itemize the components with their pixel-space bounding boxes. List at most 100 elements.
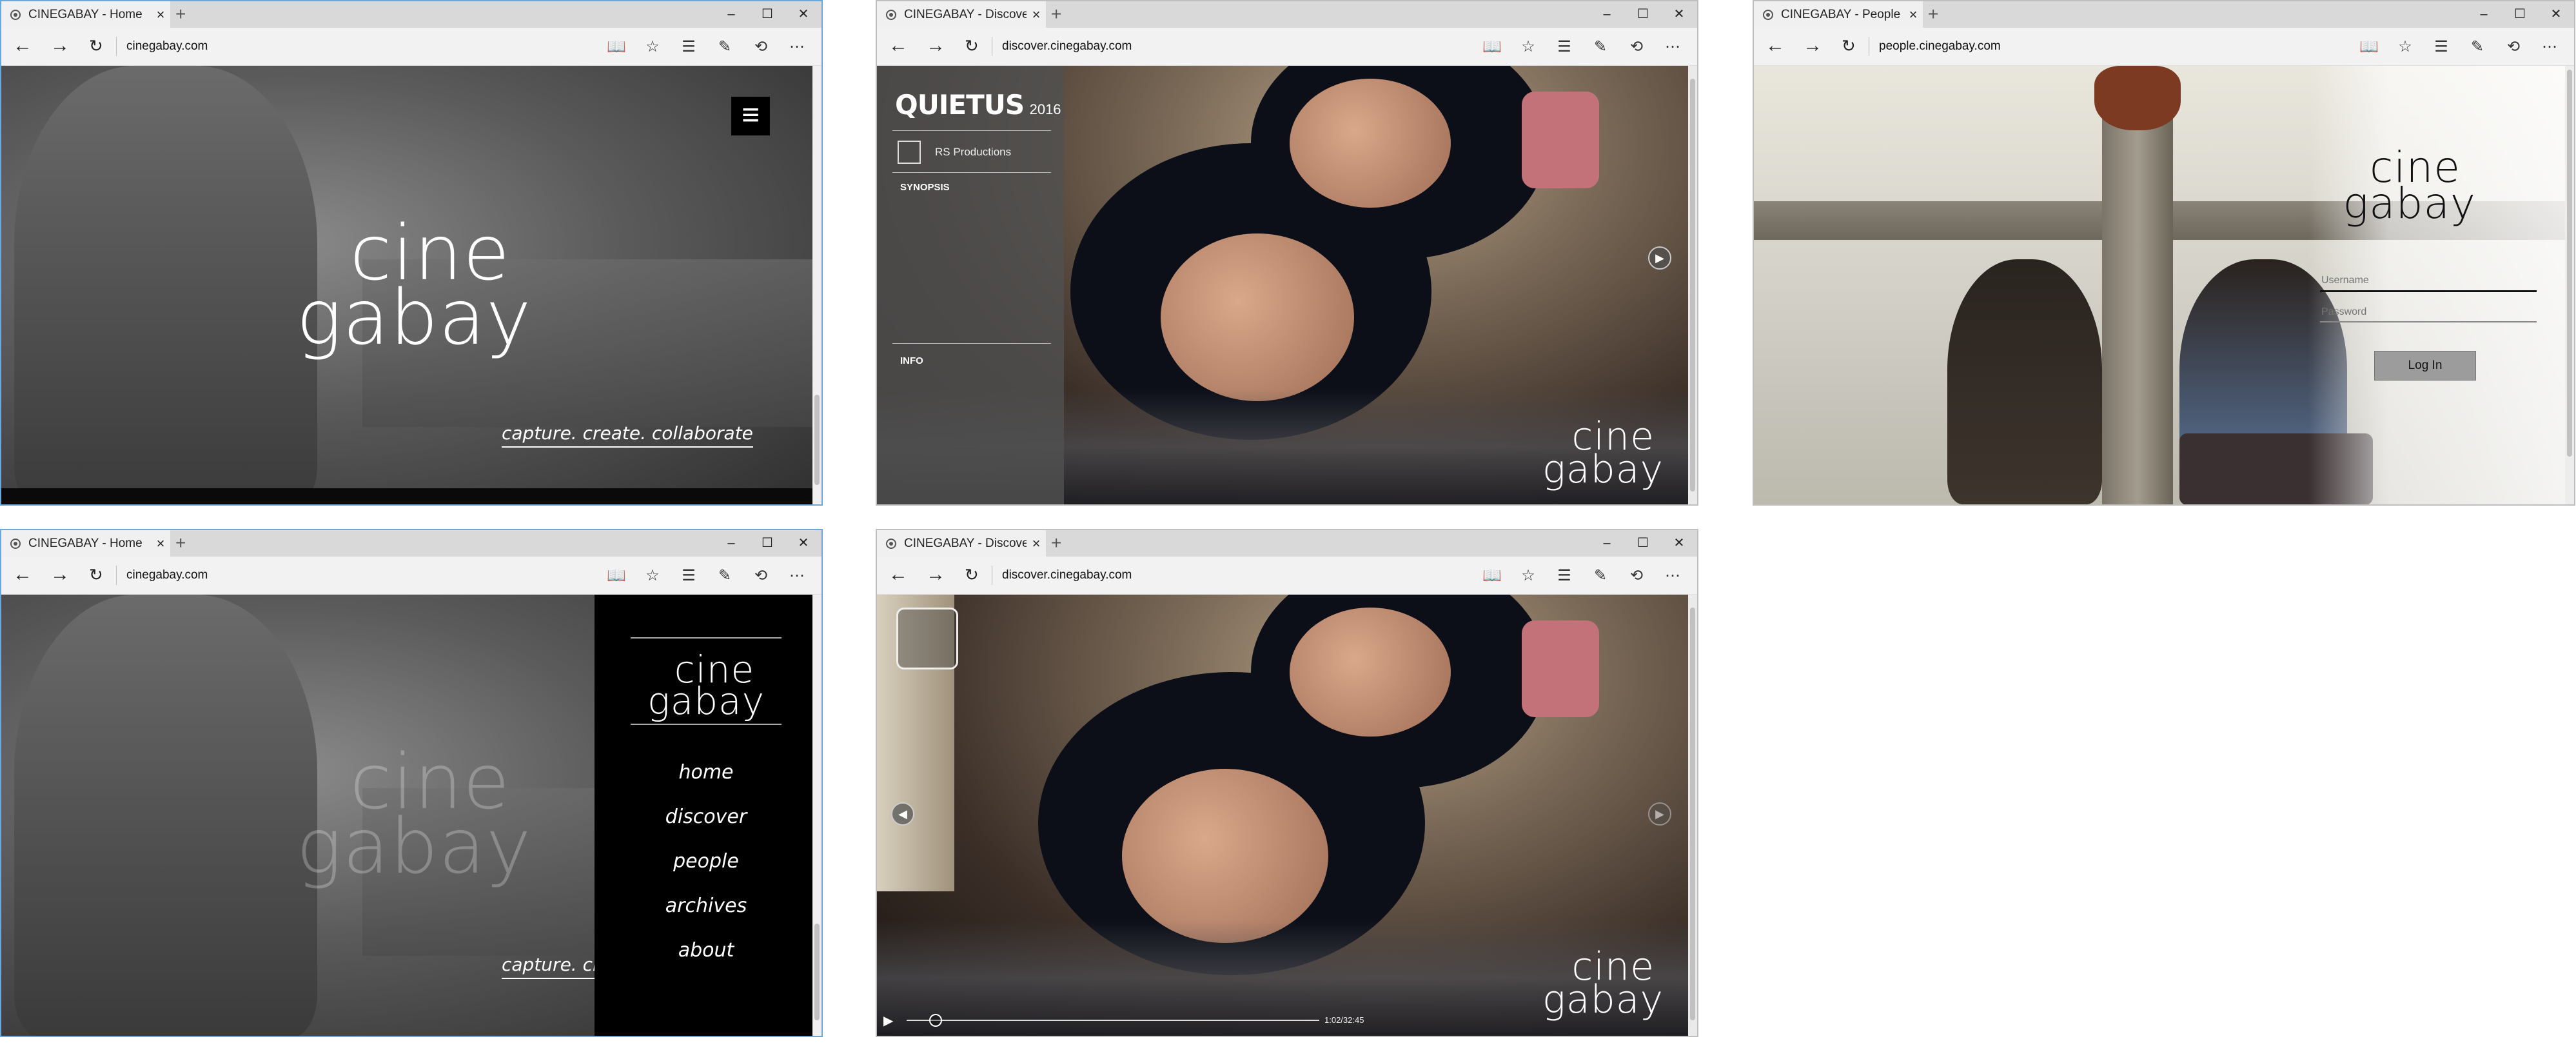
password-input[interactable] — [2320, 303, 2537, 322]
share-icon[interactable]: ⟲ — [743, 566, 779, 585]
tab-close-icon[interactable]: × — [151, 6, 170, 23]
scroll-thumb[interactable] — [1690, 608, 1695, 1020]
reading-view-icon[interactable]: 📖 — [1474, 37, 1510, 56]
refresh-icon[interactable]: ↻ — [965, 34, 979, 57]
web-note-icon[interactable]: ✎ — [1582, 566, 1618, 585]
site-logo[interactable]: cine gabay — [1535, 947, 1664, 1019]
address-bar[interactable]: discover.cinegabay.com — [1002, 557, 1132, 594]
close-window-button[interactable]: ✕ — [785, 1, 821, 28]
reading-view-icon[interactable]: 📖 — [2351, 37, 2387, 56]
production-row[interactable]: RS Productions — [898, 141, 1011, 164]
scroll-thumb[interactable] — [814, 395, 820, 485]
info-tab[interactable]: INFO — [900, 355, 923, 366]
close-window-button[interactable]: ✕ — [1661, 530, 1697, 557]
favorite-star-icon[interactable]: ☆ — [1510, 37, 1546, 56]
username-input[interactable] — [2320, 271, 2537, 292]
production-logo-icon[interactable] — [896, 608, 958, 669]
menu-item-discover[interactable]: discover — [631, 806, 782, 850]
maximize-button[interactable]: ☐ — [749, 1, 785, 28]
new-tab-button[interactable]: + — [175, 533, 186, 553]
back-icon[interactable]: ← — [13, 563, 32, 586]
forward-icon[interactable]: → — [1803, 34, 1822, 57]
new-tab-button[interactable]: + — [1928, 4, 1938, 25]
maximize-button[interactable]: ☐ — [1625, 1, 1661, 28]
login-button[interactable]: Log In — [2374, 351, 2476, 381]
seek-track[interactable] — [907, 1020, 1319, 1021]
refresh-icon[interactable]: ↻ — [89, 563, 103, 586]
minimize-button[interactable]: – — [713, 1, 749, 28]
refresh-icon[interactable]: ↻ — [965, 563, 979, 586]
menu-item-home[interactable]: home — [631, 761, 782, 806]
maximize-button[interactable]: ☐ — [2502, 1, 2538, 28]
web-note-icon[interactable]: ✎ — [707, 566, 743, 585]
address-bar[interactable]: discover.cinegabay.com — [1002, 28, 1132, 65]
minimize-button[interactable]: – — [2466, 1, 2502, 28]
share-icon[interactable]: ⟲ — [1618, 37, 1655, 56]
hub-icon[interactable]: ☰ — [1546, 37, 1582, 56]
scroll-thumb[interactable] — [2567, 70, 2572, 457]
favorite-star-icon[interactable]: ☆ — [2387, 37, 2423, 56]
tab-close-icon[interactable]: × — [1027, 535, 1046, 552]
site-logo[interactable]: cine gabay — [279, 744, 549, 885]
forward-icon[interactable]: → — [926, 563, 945, 586]
menu-logo[interactable]: cine gabay — [631, 651, 782, 720]
close-window-button[interactable]: ✕ — [785, 530, 821, 557]
refresh-icon[interactable]: ↻ — [89, 34, 103, 57]
synopsis-tab[interactable]: SYNOPSIS — [900, 182, 950, 193]
more-icon[interactable]: ⋯ — [1655, 566, 1691, 585]
maximize-button[interactable]: ☐ — [749, 530, 785, 557]
seek-handle[interactable] — [929, 1014, 942, 1027]
browser-tab[interactable]: CINEGABAY - Discove × — [877, 530, 1046, 557]
site-logo[interactable]: cine gabay — [279, 215, 549, 356]
next-slide-button[interactable]: ▶ — [1648, 246, 1671, 270]
minimize-button[interactable]: – — [1589, 1, 1625, 28]
minimize-button[interactable]: – — [1589, 530, 1625, 557]
favorite-star-icon[interactable]: ☆ — [1510, 566, 1546, 585]
more-icon[interactable]: ⋯ — [779, 566, 815, 585]
scrollbar[interactable] — [812, 66, 821, 504]
hub-icon[interactable]: ☰ — [1546, 566, 1582, 585]
scroll-thumb[interactable] — [814, 924, 820, 1020]
favorite-star-icon[interactable]: ☆ — [634, 566, 671, 585]
menu-item-archives[interactable]: archives — [631, 895, 782, 939]
back-icon[interactable]: ← — [889, 34, 908, 57]
prev-slide-button[interactable]: ◀ — [891, 802, 914, 826]
play-icon[interactable]: ▶ — [883, 1013, 893, 1029]
site-logo[interactable]: cine gabay — [1535, 417, 1664, 489]
close-window-button[interactable]: ✕ — [2538, 1, 2574, 28]
hub-icon[interactable]: ☰ — [2423, 37, 2459, 56]
share-icon[interactable]: ⟲ — [1618, 566, 1655, 585]
browser-tab[interactable]: CINEGABAY - Home × — [1, 530, 170, 557]
forward-icon[interactable]: → — [50, 563, 70, 586]
next-slide-button[interactable]: ▶ — [1648, 802, 1671, 826]
web-note-icon[interactable]: ✎ — [707, 37, 743, 56]
web-note-icon[interactable]: ✎ — [1582, 37, 1618, 56]
reading-view-icon[interactable]: 📖 — [598, 37, 634, 56]
tab-close-icon[interactable]: × — [1027, 6, 1046, 23]
site-logo[interactable]: cine gabay — [2334, 146, 2476, 224]
scrollbar[interactable] — [1688, 66, 1697, 504]
browser-tab[interactable]: CINEGABAY - People × — [1754, 1, 1923, 28]
back-icon[interactable]: ← — [889, 563, 908, 586]
close-window-button[interactable]: ✕ — [1661, 1, 1697, 28]
reading-view-icon[interactable]: 📖 — [598, 566, 634, 585]
scrollbar[interactable] — [2565, 66, 2574, 504]
share-icon[interactable]: ⟲ — [2495, 37, 2532, 56]
address-bar[interactable]: cinegabay.com — [126, 28, 208, 65]
hub-icon[interactable]: ☰ — [671, 566, 707, 585]
more-icon[interactable]: ⋯ — [1655, 37, 1691, 56]
maximize-button[interactable]: ☐ — [1625, 530, 1661, 557]
tab-close-icon[interactable]: × — [1903, 6, 1923, 23]
forward-icon[interactable]: → — [50, 34, 70, 57]
scroll-thumb[interactable] — [1690, 79, 1695, 491]
hub-icon[interactable]: ☰ — [671, 37, 707, 56]
new-tab-button[interactable]: + — [1051, 4, 1061, 25]
minimize-button[interactable]: – — [713, 530, 749, 557]
menu-button[interactable]: ≡ — [731, 97, 770, 135]
menu-item-about[interactable]: about — [631, 939, 782, 984]
scrollbar[interactable] — [1688, 595, 1697, 1036]
menu-item-people[interactable]: people — [631, 850, 782, 895]
web-note-icon[interactable]: ✎ — [2459, 37, 2495, 56]
forward-icon[interactable]: → — [926, 34, 945, 57]
address-bar[interactable]: cinegabay.com — [126, 557, 208, 594]
